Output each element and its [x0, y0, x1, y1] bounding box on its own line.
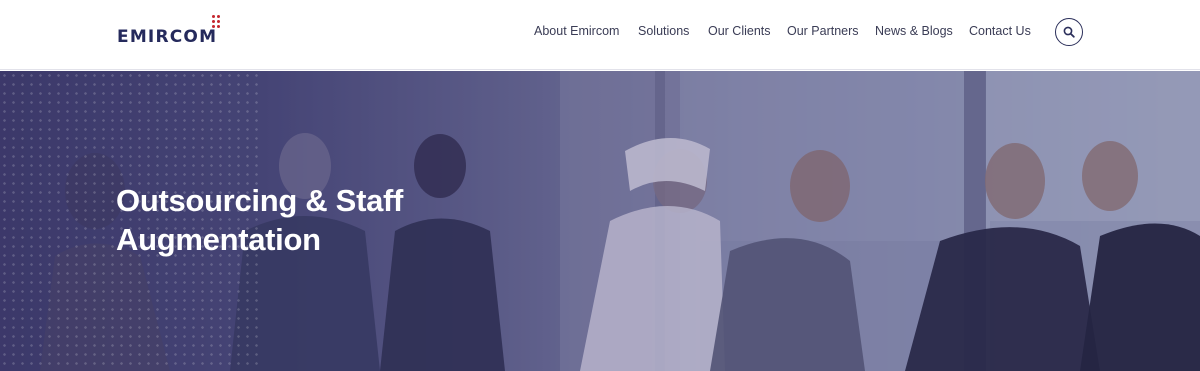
nav-solutions[interactable]: Solutions [638, 24, 689, 38]
nav-about-emircom[interactable]: About Emircom [534, 24, 619, 38]
hero-banner: Outsourcing & Staff Augmentation [0, 71, 1200, 371]
search-button[interactable] [1055, 18, 1083, 46]
hero-title: Outsourcing & Staff Augmentation [116, 181, 536, 259]
hero-title-line-1: Outsourcing & Staff [116, 183, 404, 218]
nav-our-partners[interactable]: Our Partners [787, 24, 859, 38]
nav-contact-us[interactable]: Contact Us [969, 24, 1031, 38]
logo-dots-icon [212, 15, 222, 29]
site-header: EMIRCOM About Emircom Solutions Our Clie… [0, 0, 1200, 70]
emircom-logo[interactable]: EMIRCOM [117, 15, 227, 49]
nav-our-clients[interactable]: Our Clients [708, 24, 771, 38]
logo-text: EMIRCOM [117, 27, 218, 47]
search-icon [1063, 26, 1075, 38]
nav-news-blogs[interactable]: News & Blogs [875, 24, 953, 38]
hero-title-line-2: Augmentation [116, 222, 321, 257]
